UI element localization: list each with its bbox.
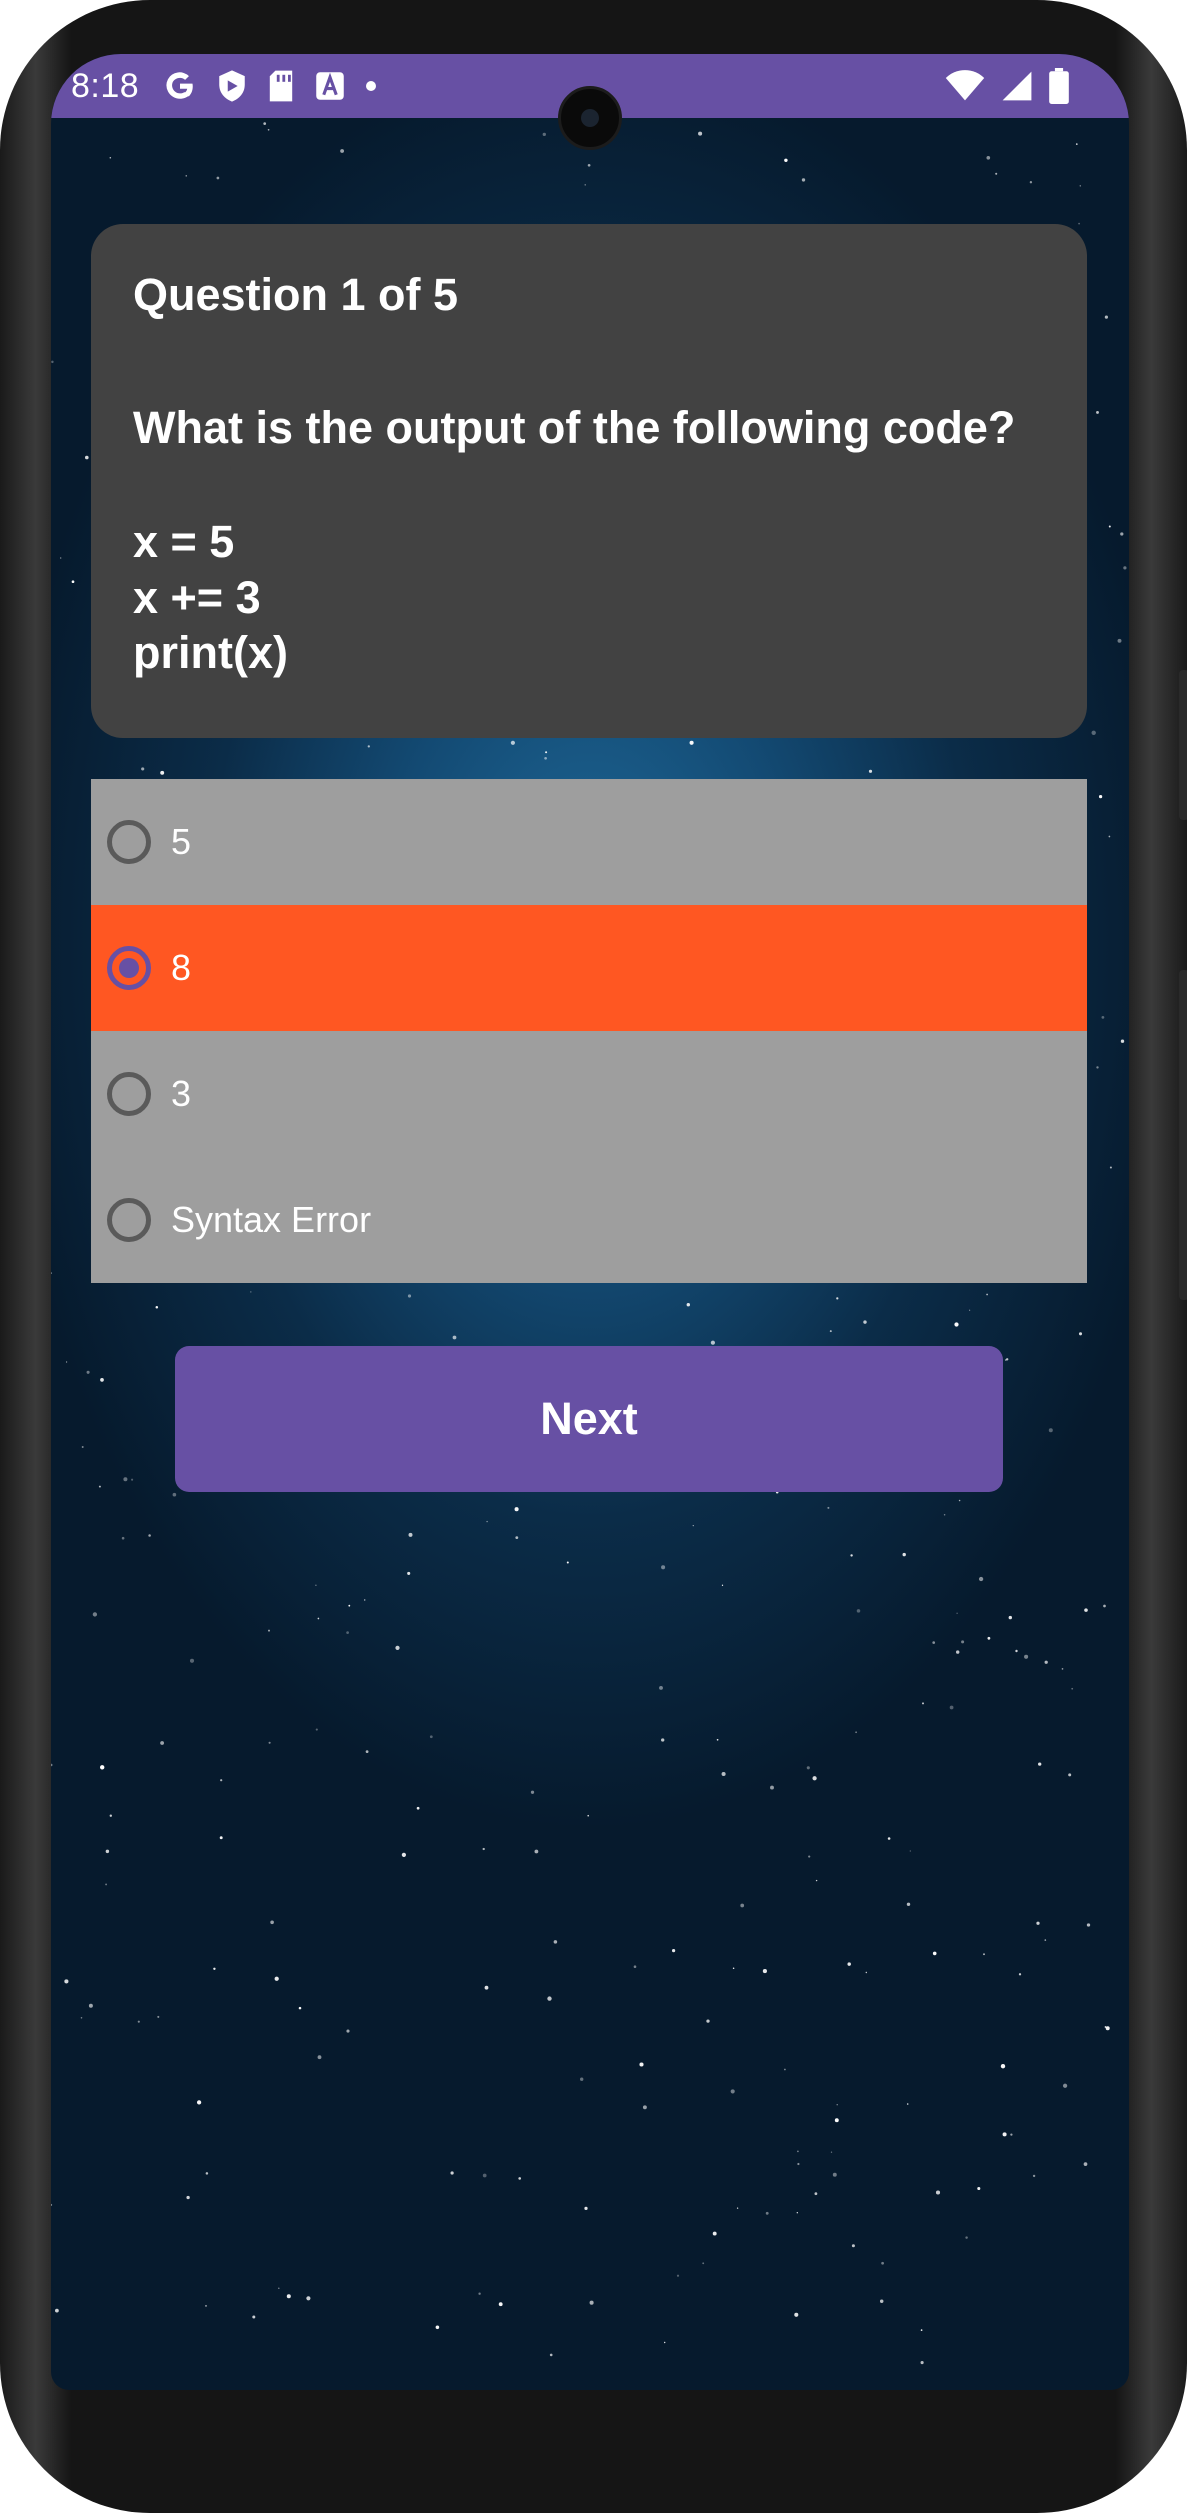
phone-frame: 8:18 Question 1 of 5 What is the output … bbox=[0, 0, 1187, 2513]
code-line: x = 5 bbox=[133, 516, 235, 568]
answer-option-label: 5 bbox=[171, 821, 192, 862]
wifi-icon bbox=[945, 70, 985, 102]
cell-signal-icon bbox=[1001, 70, 1033, 102]
radio-button-icon[interactable] bbox=[107, 1072, 151, 1116]
sd-card-icon bbox=[267, 69, 295, 103]
google-icon bbox=[163, 69, 197, 103]
front-camera bbox=[558, 86, 622, 150]
status-time: 8:18 bbox=[71, 66, 140, 105]
question-text: What is the output of the following code… bbox=[133, 402, 1016, 453]
answer-option-2[interactable]: 8 bbox=[91, 905, 1087, 1031]
next-button[interactable]: Next bbox=[175, 1346, 1003, 1492]
answer-option-1[interactable]: 5 bbox=[91, 779, 1087, 905]
code-line: x += 3 bbox=[133, 571, 261, 623]
app-screen: 8:18 Question 1 of 5 What is the output … bbox=[51, 54, 1129, 2390]
answer-option-label: 8 bbox=[171, 947, 192, 988]
question-counter: Question 1 of 5 bbox=[133, 269, 459, 320]
answer-option-label: Syntax Error bbox=[171, 1199, 372, 1240]
code-snippet: x = 5 x += 3 print(x) bbox=[133, 514, 1045, 680]
code-line: print(x) bbox=[133, 626, 288, 678]
answer-option-4[interactable]: Syntax Error bbox=[91, 1157, 1087, 1283]
shield-icon bbox=[217, 69, 247, 103]
radio-button-selected-icon[interactable] bbox=[107, 946, 151, 990]
radio-button-icon[interactable] bbox=[107, 820, 151, 864]
answer-option-3[interactable]: 3 bbox=[91, 1031, 1087, 1157]
text-a-icon bbox=[315, 71, 345, 101]
dot-icon bbox=[365, 80, 377, 92]
answer-option-label: 3 bbox=[171, 1073, 192, 1114]
battery-icon bbox=[1049, 68, 1069, 104]
power-button bbox=[1179, 970, 1187, 1300]
volume-button bbox=[1179, 670, 1187, 820]
radio-button-icon[interactable] bbox=[107, 1198, 151, 1242]
answer-options-group: 5 8 3 Syntax Error bbox=[91, 779, 1087, 1283]
question-card: Question 1 of 5 What is the output of th… bbox=[91, 224, 1087, 738]
